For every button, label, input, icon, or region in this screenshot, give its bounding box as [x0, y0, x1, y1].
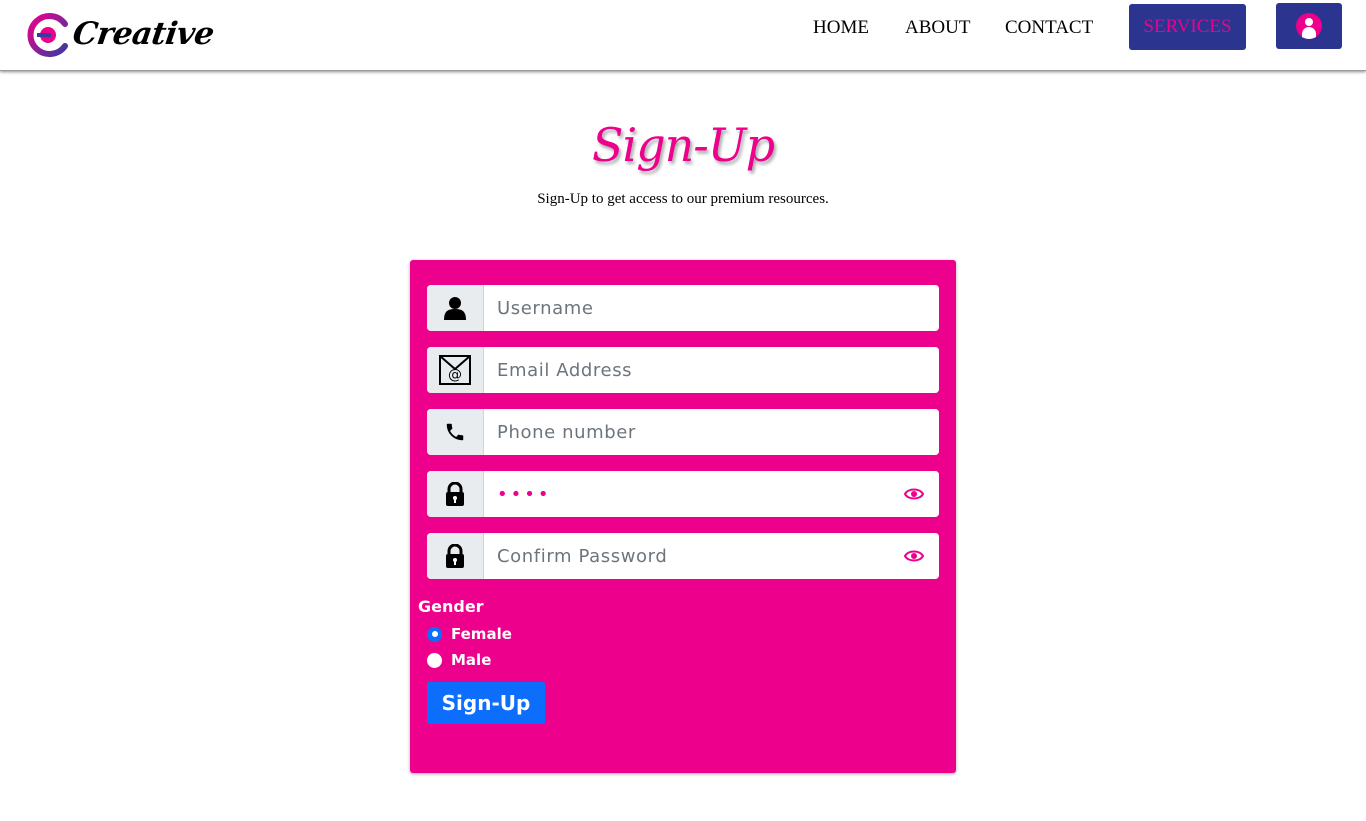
email-addon: @	[427, 347, 484, 393]
page-subtitle: Sign-Up to get access to our premium res…	[537, 191, 829, 207]
page-title: Sign-Up	[591, 118, 775, 172]
show-password-toggle[interactable]	[889, 471, 939, 517]
lock-icon	[446, 482, 464, 506]
nav-services-button[interactable]: SERVICES	[1129, 4, 1246, 50]
gender-option-female[interactable]: Female	[427, 625, 512, 643]
user-avatar-icon	[1296, 13, 1322, 39]
female-label: Female	[451, 625, 512, 643]
confirm-password-group	[427, 533, 939, 579]
email-icon: @	[439, 355, 471, 385]
user-account-button[interactable]	[1276, 3, 1342, 49]
signup-submit-button[interactable]: Sign-Up	[427, 682, 545, 724]
female-radio[interactable]	[427, 626, 442, 642]
nav-home-link[interactable]: HOME	[813, 17, 869, 39]
password-group: ••••	[427, 471, 939, 517]
show-confirm-password-toggle[interactable]	[889, 533, 939, 579]
top-navbar: Creative HOME ABOUT CONTACT SERVICES	[0, 0, 1366, 71]
user-icon	[444, 297, 466, 320]
gender-label: Gender	[418, 597, 484, 616]
nav-about-link[interactable]: ABOUT	[905, 17, 970, 39]
confirm-password-input[interactable]	[484, 533, 889, 579]
male-radio[interactable]	[427, 652, 442, 668]
password-addon	[427, 471, 484, 517]
email-group: @	[427, 347, 939, 393]
eye-icon	[904, 488, 924, 500]
phone-addon	[427, 409, 484, 455]
nav-contact-link[interactable]: CONTACT	[1005, 17, 1093, 39]
username-addon	[427, 285, 484, 331]
confirm-password-addon	[427, 533, 484, 579]
password-input[interactable]: ••••	[484, 471, 889, 517]
phone-group	[427, 409, 939, 455]
logo-mark-icon	[27, 13, 68, 57]
username-group	[427, 285, 939, 331]
signup-form: @ ••••	[410, 260, 956, 773]
male-label: Male	[451, 651, 492, 669]
lock-icon	[446, 544, 464, 568]
email-input[interactable]	[484, 347, 939, 393]
eye-icon	[904, 550, 924, 562]
phone-input[interactable]	[484, 409, 939, 455]
phone-icon	[446, 423, 464, 441]
svg-text:@: @	[448, 367, 462, 383]
brand-name: Creative	[70, 16, 217, 52]
gender-option-male[interactable]: Male	[427, 651, 491, 669]
username-input[interactable]	[484, 285, 939, 331]
